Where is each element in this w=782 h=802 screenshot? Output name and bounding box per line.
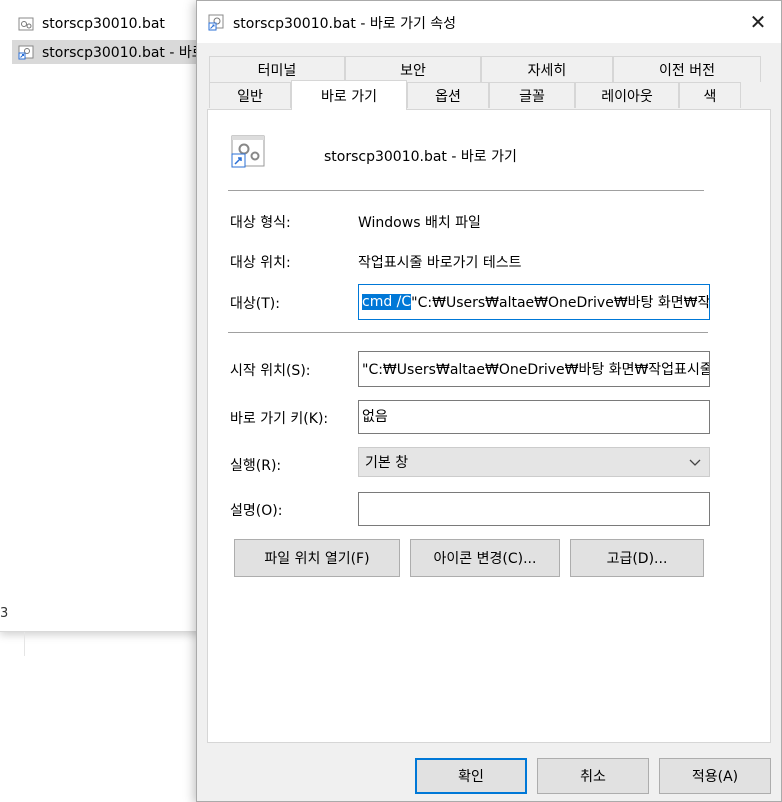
target-text: "C:₩Users₩altae₩OneDrive₩바탕 화면₩작	[411, 295, 710, 311]
tab-terminal[interactable]: 터미널	[209, 56, 345, 82]
tab-row-bottom: 일반 바로 가기 옵션 글꼴 레이아웃 색	[209, 80, 741, 110]
tab-security[interactable]: 보안	[345, 56, 481, 82]
start-in-input[interactable]: "C:₩Users₩altae₩OneDrive₩바탕 화면₩작업표시줄	[358, 351, 710, 387]
window-title: storscp30010.bat - 바로 가기 속성	[233, 16, 457, 32]
tab-shortcut[interactable]: 바로 가기	[291, 80, 407, 110]
batch-file-icon	[18, 16, 34, 32]
shortcut-key-text: 없음	[362, 409, 388, 425]
title-bar: storscp30010.bat - 바로 가기 속성 ✕	[197, 1, 781, 43]
run-label: 실행(R):	[230, 458, 282, 474]
run-select-value: 기본 창	[365, 455, 409, 471]
comment-input[interactable]	[358, 492, 710, 526]
cancel-button[interactable]: 취소	[537, 758, 649, 794]
tab-font[interactable]: 글꼴	[489, 82, 575, 108]
start-in-text: "C:₩Users₩altae₩OneDrive₩바탕 화면₩작업표시줄	[362, 362, 710, 378]
target-label: 대상(T):	[230, 296, 280, 312]
target-type-label: 대상 형식:	[230, 215, 291, 231]
tab-layout[interactable]: 레이아웃	[575, 82, 679, 108]
tab-previous-versions[interactable]: 이전 버전	[613, 56, 761, 82]
shortcut-key-label: 바로 가기 키(K):	[230, 411, 329, 427]
tab-details[interactable]: 자세히	[481, 56, 613, 82]
shortcut-name: storscp30010.bat - 바로 가기	[324, 149, 517, 165]
divider	[24, 632, 25, 656]
run-select[interactable]: 기본 창	[358, 447, 710, 477]
tab-row-top: 터미널 보안 자세히 이전 버전	[209, 56, 761, 82]
tab-options[interactable]: 옵션	[407, 82, 489, 108]
shortcut-file-icon	[18, 44, 34, 60]
apply-button[interactable]: 적용(A)	[659, 758, 771, 794]
shortcut-file-icon	[230, 134, 266, 170]
tab-general[interactable]: 일반	[209, 82, 291, 108]
status-text: 3	[0, 606, 9, 621]
shortcut-panel: storscp30010.bat - 바로 가기 대상 형식: Windows …	[207, 109, 771, 743]
target-selected-text: cmd /C	[362, 294, 412, 310]
shortcut-file-icon	[207, 13, 225, 31]
separator	[228, 332, 708, 333]
target-type-value: Windows 배치 파일	[358, 215, 481, 231]
chevron-down-icon	[687, 454, 703, 470]
separator	[228, 190, 704, 191]
open-file-location-button[interactable]: 파일 위치 열기(F)	[234, 539, 400, 577]
properties-dialog: storscp30010.bat - 바로 가기 속성 ✕ 터미널 보안 자세히…	[196, 0, 782, 802]
change-icon-button[interactable]: 아이콘 변경(C)...	[410, 539, 560, 577]
advanced-button[interactable]: 고급(D)...	[570, 539, 704, 577]
file-name: storscp30010.bat	[42, 16, 165, 32]
comment-label: 설명(O):	[230, 503, 283, 519]
target-location-value: 작업표시줄 바로가기 테스트	[358, 255, 522, 271]
file-name: storscp30010.bat - 바로	[42, 45, 205, 61]
close-icon[interactable]: ✕	[735, 1, 781, 43]
start-in-label: 시작 위치(S):	[230, 363, 311, 379]
tab-colors[interactable]: 색	[679, 82, 741, 108]
shortcut-key-input[interactable]: 없음	[358, 400, 710, 434]
target-input[interactable]: cmd /C "C:₩Users₩altae₩OneDrive₩바탕 화면₩작	[358, 284, 710, 320]
target-location-label: 대상 위치:	[230, 255, 291, 271]
ok-button[interactable]: 확인	[415, 758, 527, 794]
